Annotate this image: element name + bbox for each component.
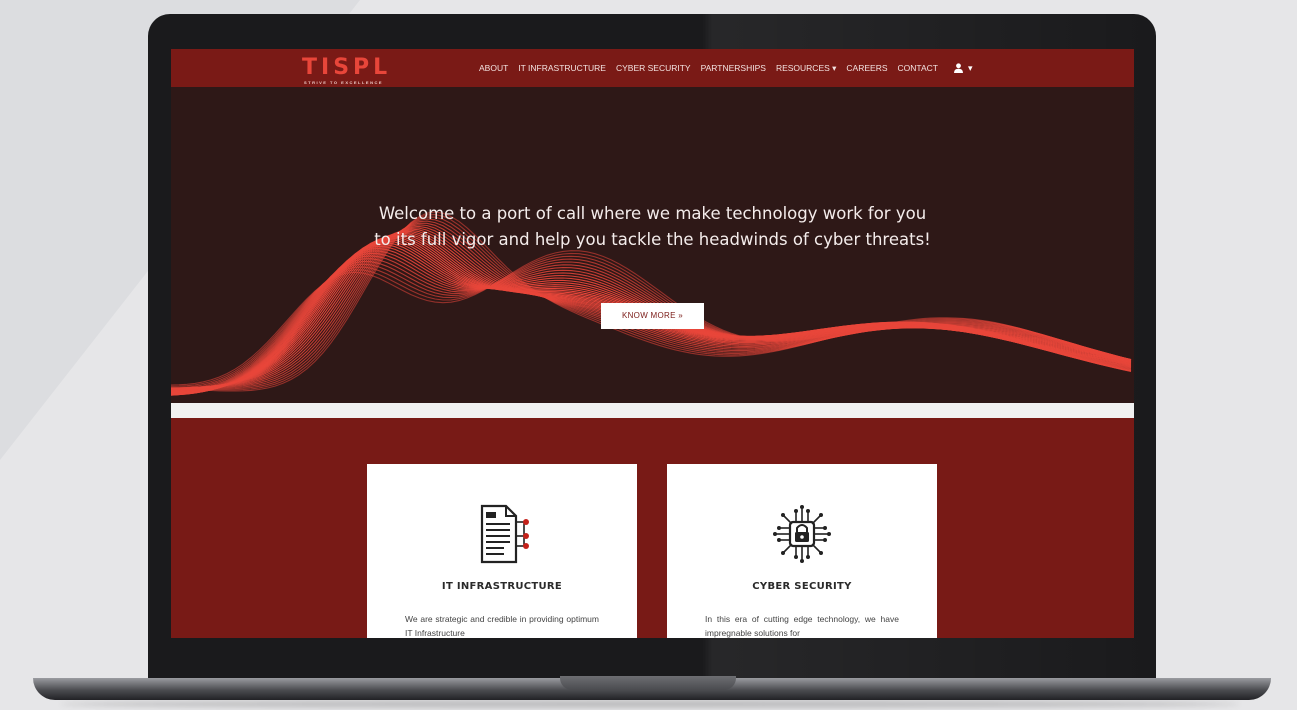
nav-item-about[interactable]: ABOUT xyxy=(479,63,508,73)
nav-item-it-infrastructure[interactable]: IT INFRASTRUCTURE xyxy=(518,63,606,73)
hero-section: Welcome to a port of call where we make … xyxy=(171,87,1134,403)
services-section: IT INFRASTRUCTURE We are strategic and c… xyxy=(171,418,1134,638)
navbar: TISPL STRIVE TO EXCELLENCE ABOUT IT INFR… xyxy=(171,49,1134,87)
nav-item-cyber-security[interactable]: CYBER SECURITY xyxy=(616,63,691,73)
logo-wordmark: TISPL xyxy=(302,55,392,80)
service-card-cyber-security[interactable]: CYBER SECURITY In this era of cutting ed… xyxy=(667,464,937,638)
card-title: IT INFRASTRUCTURE xyxy=(441,581,563,592)
section-divider xyxy=(171,403,1134,418)
laptop-notch xyxy=(560,676,736,690)
card-description: We are strategic and credible in providi… xyxy=(405,614,599,638)
nav-item-contact[interactable]: CONTACT xyxy=(898,63,938,73)
hero-line-2: to its full vigor and help you tackle th… xyxy=(374,230,931,249)
document-network-icon xyxy=(480,504,529,564)
card-description: In this era of cutting edge technology, … xyxy=(705,614,899,638)
logo-tagline: STRIVE TO EXCELLENCE xyxy=(304,80,384,85)
card-title: CYBER SECURITY xyxy=(752,581,852,592)
nav-item-partnerships[interactable]: PARTNERSHIPS xyxy=(701,63,766,73)
user-menu[interactable]: ▾ xyxy=(953,62,973,74)
nav-menu: ABOUT IT INFRASTRUCTURE CYBER SECURITY P… xyxy=(479,49,973,87)
nav-item-resources[interactable]: RESOURCES ▾ xyxy=(776,63,836,74)
brand-logo[interactable]: TISPL STRIVE TO EXCELLENCE xyxy=(302,55,420,85)
hero-line-1: Welcome to a port of call where we make … xyxy=(378,204,927,223)
hero-headline: Welcome to a port of call where we make … xyxy=(321,201,984,253)
laptop-shadow xyxy=(60,700,1240,708)
service-card-it-infrastructure[interactable]: IT INFRASTRUCTURE We are strategic and c… xyxy=(367,464,637,638)
know-more-button[interactable]: KNOW MORE » xyxy=(601,303,704,329)
nav-item-careers[interactable]: CAREERS xyxy=(846,63,887,73)
website-screen: TISPL STRIVE TO EXCELLENCE ABOUT IT INFR… xyxy=(171,49,1134,638)
circuit-lock-icon xyxy=(773,505,831,563)
chevron-down-icon: ▾ xyxy=(967,62,973,73)
user-icon xyxy=(953,63,963,73)
